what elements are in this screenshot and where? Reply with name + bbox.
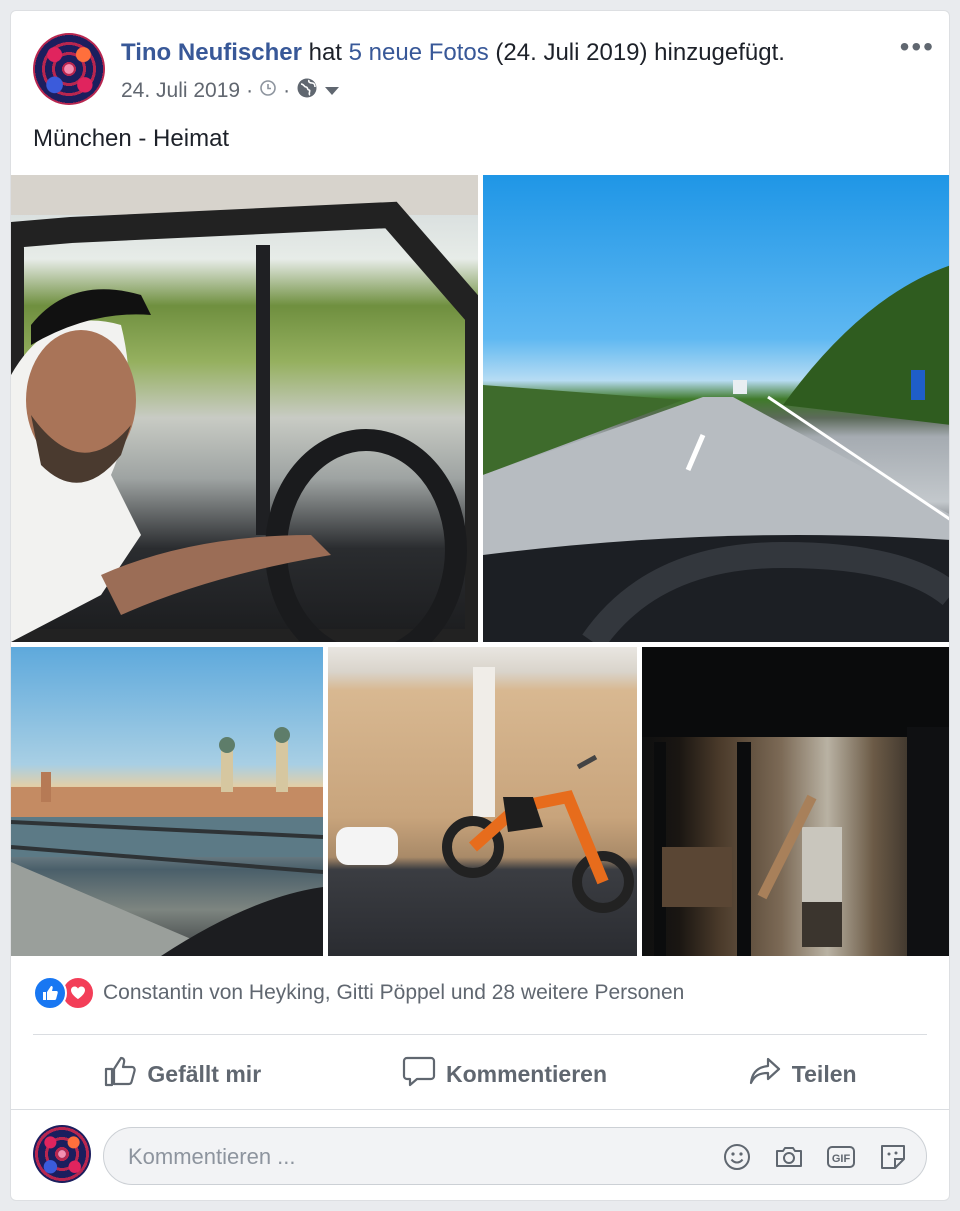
speech-bubble-icon (402, 1054, 436, 1094)
globe-icon[interactable] (296, 77, 318, 105)
divider-top (33, 1034, 927, 1035)
reactions-names[interactable]: Constantin von Heyking, Gitti Pöppel und… (103, 981, 684, 1005)
header-date-text: (24. Juli 2019) hinzugefügt. (488, 39, 785, 66)
comment-tools: GIF (722, 1142, 908, 1172)
audience-dropdown-icon[interactable] (324, 79, 340, 103)
post-caption: München - Heimat (33, 125, 230, 152)
photo-3-illustration (11, 727, 323, 956)
like-reaction-icon (33, 976, 67, 1010)
like-button[interactable]: Gefällt mir (103, 1054, 261, 1094)
clock-icon (259, 79, 277, 103)
photos-link[interactable]: 5 neue Fotos (349, 39, 489, 66)
meta-separator-2: · (283, 79, 291, 102)
photo-1-illustration (11, 175, 478, 642)
photo-1[interactable] (11, 175, 478, 642)
post-header: Tino Neufischer hat 5 neue Fotos (24. Ju… (121, 39, 785, 67)
share-arrow-icon (748, 1054, 782, 1094)
camera-icon[interactable] (774, 1142, 804, 1172)
photo-2[interactable] (483, 175, 949, 642)
photo-4-illustration (336, 667, 634, 913)
comment-composer: GIF (103, 1127, 927, 1186)
author-name-link[interactable]: Tino Neufischer (121, 39, 302, 66)
photo-3[interactable] (11, 647, 323, 956)
photo-5-illustration (642, 647, 949, 956)
header-verb: hat (301, 39, 349, 66)
sticker-icon[interactable] (878, 1142, 908, 1172)
author-avatar[interactable] (33, 33, 105, 105)
post-date-link[interactable]: 24. Juli 2019 (121, 79, 240, 103)
share-button-label: Teilen (791, 1060, 857, 1087)
post-meta: 24. Juli 2019 · · (121, 77, 340, 105)
emoji-icon[interactable] (722, 1142, 752, 1172)
comment-button-label: Kommentieren (445, 1060, 607, 1087)
commenter-avatar[interactable] (33, 1125, 91, 1183)
meta-separator: · (246, 79, 254, 102)
divider-bottom (11, 1109, 949, 1110)
svg-text:GIF: GIF (832, 1153, 851, 1165)
post-card: Tino Neufischer hat 5 neue Fotos (24. Ju… (10, 10, 950, 1201)
photo-2-illustration (483, 265, 949, 642)
gif-icon[interactable]: GIF (826, 1142, 856, 1172)
thumbs-up-icon (103, 1054, 137, 1094)
photo-5[interactable] (642, 647, 949, 956)
action-bar: Gefällt mir Kommentieren Teilen (33, 1041, 927, 1107)
like-button-label: Gefällt mir (147, 1060, 262, 1087)
comment-button[interactable]: Kommentieren (402, 1054, 607, 1094)
photo-4[interactable] (328, 647, 637, 956)
reactions-summary[interactable]: Constantin von Heyking, Gitti Pöppel und… (33, 976, 684, 1010)
more-options-button[interactable]: ••• (900, 31, 935, 63)
share-button[interactable]: Teilen (748, 1054, 857, 1094)
comment-input[interactable] (126, 1128, 690, 1186)
